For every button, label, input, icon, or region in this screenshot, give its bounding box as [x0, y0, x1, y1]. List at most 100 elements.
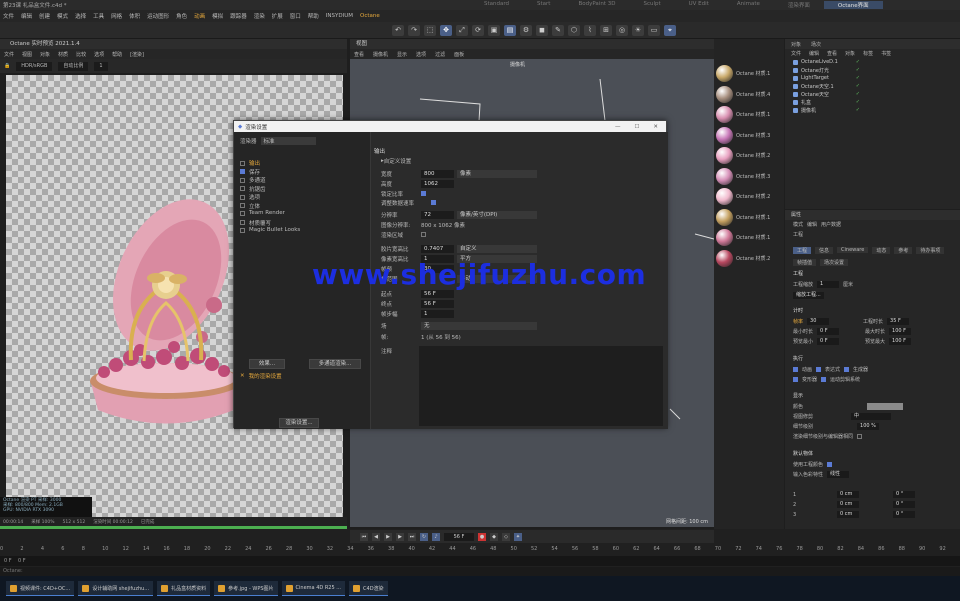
taskbar-item[interactable]: C4D渲染 — [349, 581, 388, 596]
workspace-tab[interactable]: Animate — [723, 1, 774, 9]
unit-select[interactable]: 像素 — [457, 169, 537, 178]
object-row[interactable]: Octane天空.1 ✓ — [785, 82, 960, 90]
viewport-menu-item[interactable]: 查看 — [354, 51, 364, 58]
lod-field[interactable]: 100 % — [857, 423, 880, 430]
item-checkbox[interactable] — [240, 220, 245, 225]
coord-field[interactable]: 0 cm — [837, 511, 859, 518]
input-color-select[interactable]: 线性 — [827, 471, 850, 478]
taskbar-item[interactable]: 视频课件: C4D+OC... — [6, 581, 75, 596]
fps-field[interactable]: 30 — [807, 318, 830, 325]
redo-icon[interactable]: ↷ — [408, 25, 420, 36]
viewport-menu-item[interactable]: 显示 — [397, 51, 407, 58]
viewport-menu-item[interactable]: 过滤 — [435, 51, 445, 58]
frame-range-bar[interactable]: 0 F 0 F — [0, 556, 960, 566]
lock-icon[interactable]: 🔒 — [4, 63, 10, 69]
workspace-tab[interactable]: Octane界面 — [823, 1, 883, 9]
pv-menu-item[interactable]: 选项 — [94, 51, 104, 58]
pv-menu-item[interactable]: 视图 — [22, 51, 32, 58]
close-icon[interactable]: ✕ — [653, 124, 658, 130]
item-checkbox[interactable] — [240, 194, 245, 200]
aspect-field[interactable]: 0.7407 — [421, 244, 454, 253]
object-row[interactable]: OctaneLiveD.1 ✓ — [785, 58, 960, 66]
render-settings-icon[interactable]: ⚙ — [520, 25, 532, 36]
range-start[interactable]: 0 F — [4, 558, 12, 564]
use-color-checkbox[interactable] — [827, 462, 833, 467]
attribute-menu-item[interactable]: 模式 — [793, 221, 803, 228]
material-item[interactable]: Octane 材质.3 — [716, 167, 782, 186]
render-lod-checkbox[interactable] — [857, 434, 863, 439]
project-time-field[interactable]: 35 F — [887, 318, 910, 325]
item-checkbox[interactable] — [240, 177, 245, 183]
taskbar-item[interactable]: 参考.jpg - WPS图片 — [214, 581, 278, 596]
angle-field[interactable]: 0 ° — [893, 501, 915, 508]
coord-field[interactable]: 0 cm — [837, 501, 859, 508]
angle-field[interactable]: 0 ° — [893, 511, 915, 518]
attribute-tab[interactable]: 动态 — [872, 246, 891, 254]
material-item[interactable]: Octane 材质.4 — [716, 85, 782, 104]
pv-menu-item[interactable]: 材质 — [58, 51, 68, 58]
material-item[interactable]: Octane 材质.3 — [716, 126, 782, 145]
dialog-titlebar[interactable]: ◆ 渲染设置 — ☐ ✕ — [234, 121, 666, 132]
to-field[interactable]: 56 F — [421, 299, 454, 308]
timeline-ruler[interactable]: 0 2 4 6 8 10 12 14 16 18 20 22 24 26 28 30 32 34 36 38 40 42 4… — [0, 543, 960, 555]
settings-list-item[interactable]: Team Render — [240, 210, 285, 216]
range-end[interactable]: 0 F — [18, 558, 26, 564]
deformer-checkbox[interactable] — [793, 377, 798, 382]
render-view-icon[interactable]: ▤ — [504, 25, 516, 36]
item-checkbox[interactable] — [240, 169, 245, 174]
scale-project-button[interactable]: 缩放工程... — [793, 292, 824, 299]
first-frame-icon[interactable]: ⏮ — [360, 532, 368, 541]
item-checkbox[interactable] — [240, 160, 245, 166]
menu-item[interactable]: 跟踪器 — [230, 12, 247, 20]
item-checkbox[interactable] — [240, 210, 245, 216]
taskbar-item[interactable]: 设计辅助网 shejifuzhu... — [78, 581, 154, 596]
next-frame-icon[interactable]: ▶ — [396, 532, 404, 541]
attribute-tab[interactable]: Cineware — [837, 247, 869, 253]
workspace-tab[interactable]: Standard — [470, 1, 523, 9]
aspect-mode-select[interactable]: 自定义 — [457, 244, 537, 253]
lock-ratio-checkbox[interactable] — [421, 191, 426, 196]
project-scale-field[interactable]: 1 — [817, 281, 840, 288]
menu-item[interactable]: 网格 — [111, 12, 122, 20]
object-menu-item[interactable]: 文件 — [791, 50, 801, 57]
color-swatch[interactable] — [867, 403, 904, 410]
fields-select[interactable]: 无 — [421, 321, 537, 330]
settings-list-item[interactable]: 多通道 — [240, 176, 266, 184]
menu-item[interactable]: 帮助 — [308, 12, 319, 20]
settings-list-item[interactable]: 材质覆写 — [240, 219, 271, 227]
settings-list-item[interactable]: 输出 — [240, 159, 260, 167]
minimize-icon[interactable]: — — [615, 124, 621, 130]
menu-item[interactable]: 编辑 — [21, 12, 32, 20]
animation-checkbox[interactable] — [793, 367, 798, 372]
menu-item[interactable]: 选择 — [75, 12, 86, 20]
attribute-tab[interactable]: 工程 — [793, 246, 812, 254]
attribute-tab[interactable]: 信息 — [815, 246, 834, 254]
menu-item[interactable]: 渲染 — [254, 12, 265, 20]
object-menu-item[interactable]: 书签 — [881, 50, 891, 57]
snap-icon[interactable]: ⌖ — [664, 25, 676, 36]
material-item[interactable]: Octane 材质.1 — [716, 228, 782, 247]
render-setting-item[interactable]: ✕ 我的渲染设置 — [240, 372, 282, 380]
item-checkbox[interactable] — [240, 203, 245, 208]
width-field[interactable]: 800 — [421, 169, 454, 178]
attribute-tab[interactable]: 场次设置 — [820, 258, 849, 266]
visibility-check-icon[interactable]: ✓ — [856, 107, 860, 113]
visibility-check-icon[interactable]: ✓ — [856, 91, 860, 97]
renderer-select[interactable]: 标准 — [260, 137, 316, 145]
undo-icon[interactable]: ↶ — [392, 25, 404, 36]
menu-item[interactable]: Octane — [360, 13, 380, 19]
preset-row[interactable]: ▸ 自定义设置 — [381, 156, 661, 165]
object-row[interactable]: 礼盒 ✓ — [785, 98, 960, 106]
pen-icon[interactable]: ✎ — [552, 25, 564, 36]
effect-button[interactable]: 效果... — [249, 359, 285, 369]
menu-item[interactable]: 扩展 — [272, 12, 283, 20]
object-menu-item[interactable]: 查看 — [827, 50, 837, 57]
object-row[interactable]: 摄像机 ✓ — [785, 106, 960, 114]
adapt-checkbox[interactable] — [431, 200, 436, 205]
settings-list-item[interactable]: Magic Bullet Looks — [240, 227, 300, 233]
pv-menu-item[interactable]: 对象 — [40, 51, 50, 58]
attribute-tab[interactable]: 帧插值 — [793, 258, 817, 266]
visibility-check-icon[interactable]: ✓ — [856, 75, 860, 81]
coord-field[interactable]: 0 cm — [837, 491, 859, 498]
settings-list-item[interactable]: 保存 — [240, 168, 260, 176]
